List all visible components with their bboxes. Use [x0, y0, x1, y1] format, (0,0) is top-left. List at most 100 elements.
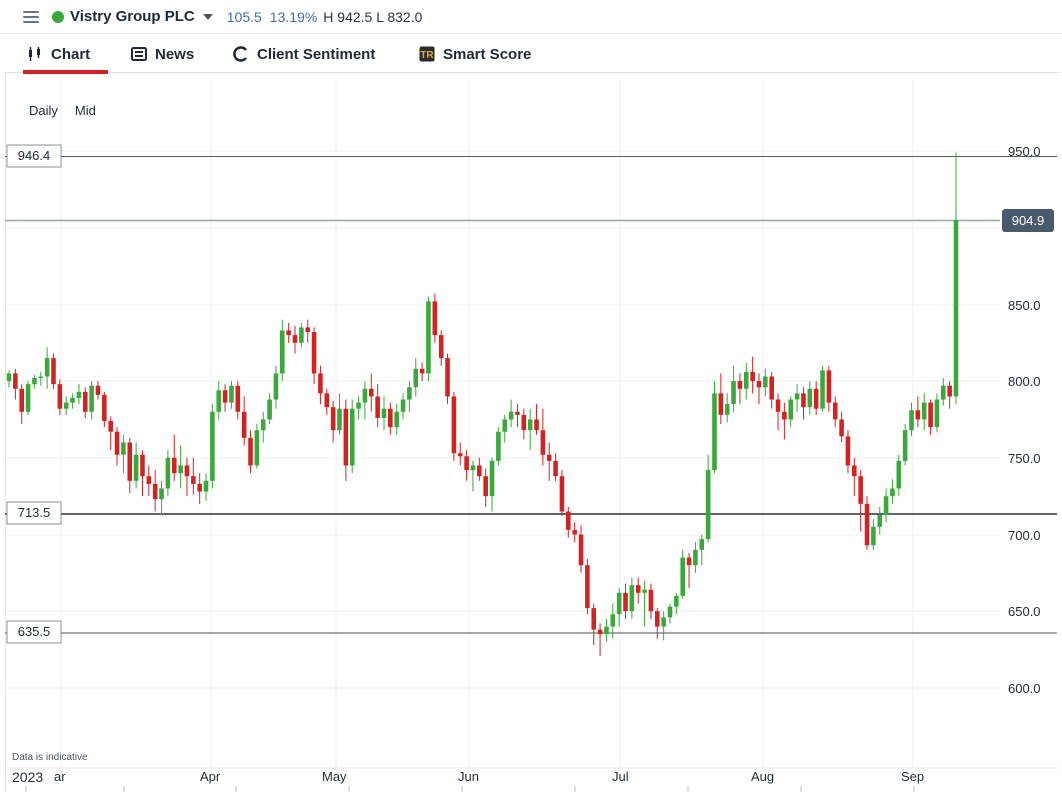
candle[interactable]	[25, 381, 31, 415]
candle[interactable]	[267, 393, 272, 425]
candle[interactable]	[902, 424, 908, 466]
candle[interactable]	[445, 353, 450, 405]
candle[interactable]	[871, 519, 876, 550]
candle[interactable]	[324, 388, 330, 415]
candle[interactable]	[763, 368, 768, 397]
candle[interactable]	[38, 371, 44, 386]
candle[interactable]	[743, 362, 749, 400]
candle[interactable]	[699, 534, 705, 566]
candle[interactable]	[400, 393, 406, 420]
candle[interactable]	[248, 430, 253, 474]
candle[interactable]	[419, 362, 425, 382]
candle[interactable]	[260, 411, 266, 443]
candle[interactable]	[102, 391, 107, 428]
candle[interactable]	[693, 542, 698, 573]
candle[interactable]	[623, 583, 628, 619]
candle[interactable]	[928, 399, 933, 435]
candle[interactable]	[667, 603, 673, 624]
candle[interactable]	[572, 522, 577, 543]
candle[interactable]	[63, 396, 69, 415]
candle[interactable]	[121, 434, 126, 474]
candle[interactable]	[216, 381, 222, 420]
candle[interactable]	[114, 427, 120, 466]
candle[interactable]	[864, 496, 870, 550]
candle[interactable]	[6, 370, 12, 388]
candle[interactable]	[191, 457, 196, 495]
candle[interactable]	[318, 365, 323, 405]
candle[interactable]	[133, 442, 139, 489]
candle[interactable]	[852, 457, 857, 497]
candle[interactable]	[108, 416, 113, 451]
candle[interactable]	[705, 454, 711, 543]
candle[interactable]	[140, 450, 145, 497]
candle[interactable]	[330, 401, 336, 443]
candle[interactable]	[413, 358, 419, 397]
candle[interactable]	[508, 399, 514, 428]
candle[interactable]	[470, 460, 476, 492]
candle[interactable]	[896, 454, 902, 497]
candle[interactable]	[203, 473, 209, 501]
candle[interactable]	[381, 396, 387, 431]
candle[interactable]	[82, 387, 88, 418]
candle[interactable]	[496, 427, 501, 466]
candle[interactable]	[184, 457, 190, 497]
candle[interactable]	[635, 577, 641, 604]
candle[interactable]	[883, 488, 889, 523]
candle[interactable]	[19, 384, 24, 425]
price-chart[interactable]: 946.4 713.5 635.5 950.0 850.0 800.0 750.…	[0, 0, 1062, 792]
candle[interactable]	[839, 411, 844, 443]
candle[interactable]	[280, 319, 285, 382]
candle[interactable]	[540, 408, 546, 466]
candle[interactable]	[222, 384, 228, 412]
candle[interactable]	[44, 347, 50, 389]
candle[interactable]	[890, 479, 895, 504]
candle[interactable]	[146, 465, 152, 497]
candle[interactable]	[521, 408, 527, 440]
candle[interactable]	[775, 393, 781, 431]
candle[interactable]	[604, 618, 609, 642]
candle[interactable]	[788, 396, 794, 428]
candle[interactable]	[553, 453, 558, 481]
candle[interactable]	[407, 381, 412, 412]
candle[interactable]	[438, 330, 444, 366]
candle[interactable]	[591, 603, 597, 645]
candle[interactable]	[610, 603, 616, 639]
candle[interactable]	[648, 583, 654, 619]
candle[interactable]	[737, 373, 743, 405]
candle[interactable]	[756, 373, 762, 405]
candle[interactable]	[51, 353, 56, 389]
candle[interactable]	[731, 365, 736, 412]
candle[interactable]	[235, 381, 241, 420]
candle[interactable]	[616, 588, 622, 627]
candle[interactable]	[32, 374, 37, 389]
candle[interactable]	[292, 325, 298, 354]
candle[interactable]	[273, 365, 279, 409]
candle[interactable]	[178, 445, 183, 489]
candle[interactable]	[934, 393, 940, 432]
candle[interactable]	[826, 365, 832, 412]
candle[interactable]	[311, 327, 317, 385]
candle[interactable]	[241, 396, 247, 446]
candle[interactable]	[559, 470, 565, 517]
candle[interactable]	[483, 468, 488, 507]
candle[interactable]	[451, 391, 457, 461]
candle[interactable]	[801, 387, 806, 420]
candle[interactable]	[953, 152, 959, 405]
candle[interactable]	[171, 434, 177, 481]
candle[interactable]	[947, 381, 952, 409]
candle[interactable]	[89, 381, 94, 420]
candle[interactable]	[299, 322, 304, 348]
candle[interactable]	[642, 580, 647, 627]
candle[interactable]	[941, 378, 946, 406]
candle[interactable]	[165, 450, 171, 497]
candle[interactable]	[597, 623, 603, 656]
candle[interactable]	[489, 457, 495, 512]
candle[interactable]	[305, 319, 311, 343]
candle[interactable]	[921, 393, 927, 431]
candle[interactable]	[286, 322, 291, 343]
candle[interactable]	[578, 525, 584, 573]
candle[interactable]	[95, 381, 101, 400]
candle[interactable]	[858, 470, 863, 532]
candle[interactable]	[13, 368, 18, 400]
candle[interactable]	[566, 506, 571, 538]
